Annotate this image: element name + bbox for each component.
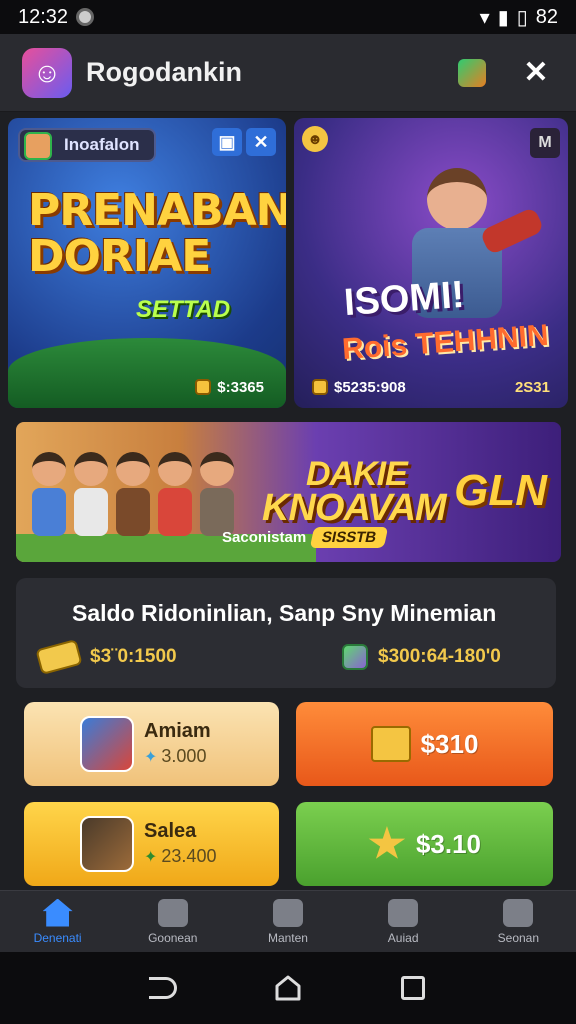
tile-value-text: 3.000 [161, 746, 207, 766]
character-icon [32, 452, 66, 542]
notification-icon [76, 8, 95, 26]
star-icon: ✦ [144, 748, 158, 766]
card-price-label: $:3365 [217, 378, 264, 396]
banner-title: DAKIE KNOAVAM [262, 455, 447, 530]
card-title: PRENABAN DORIAE [28, 185, 286, 283]
tile-value-text: 23.400 [161, 846, 217, 866]
banner-tag[interactable]: SISSTB [309, 527, 389, 548]
nav-label: Manten [267, 930, 308, 945]
menu-icon[interactable]: M [530, 128, 560, 158]
back-icon [148, 977, 177, 999]
balance-left: $3¨0:1500 [35, 639, 177, 675]
card-subtitle: SETTAD [136, 296, 231, 323]
bag-icon [272, 898, 303, 927]
coin-icon [312, 379, 328, 395]
wifi-icon: ▾ [479, 6, 490, 29]
tile-label: Amiam [144, 720, 211, 742]
balance-right-value: $300:64-180'0 [378, 646, 501, 667]
card-count: 2S31 [514, 378, 550, 396]
tile-price: $310 [420, 728, 479, 759]
promo-banner[interactable]: DAKIE KNOAVAM Saconistam SISSTB GLN [16, 422, 561, 562]
banner-footer: Saconistam SISSTB [222, 527, 389, 548]
card-title-line1: PRENABAN [28, 185, 286, 236]
system-nav [0, 952, 576, 1024]
chest-thumbnail [80, 816, 134, 872]
reward-tile-salea[interactable]: Salea ✦ 23.400 [24, 802, 279, 886]
card-price: $:3365 [187, 374, 272, 400]
rocket-icon [157, 898, 188, 927]
card-tag: Inoafalon [18, 128, 156, 162]
card-tag-label: Inoafalon [64, 135, 140, 154]
battery-icon: ▯ [516, 6, 528, 29]
gem-icon [342, 644, 368, 670]
star-icon: ✦ [144, 848, 158, 866]
status-time: 12:32 [18, 5, 69, 28]
home-button[interactable] [273, 973, 303, 1003]
app-title: Rogodankin [86, 57, 242, 87]
balance-left-value: $3¨0:1500 [90, 646, 177, 667]
user-icon [503, 898, 534, 927]
battery-level: 82 [535, 5, 558, 28]
character-icon [74, 452, 108, 542]
banner-title-line1: DAKIE [306, 455, 408, 493]
nav-games[interactable]: Goonean [123, 898, 223, 945]
coin-icon [195, 379, 212, 395]
card-title-line2: DORIAE [28, 231, 211, 283]
banner-caption: Saconistam [222, 529, 307, 546]
status-bar: 12:32 ▾ ▮ ▯ 82 [0, 0, 576, 34]
nav-rewards[interactable]: Manten [238, 898, 338, 945]
tile-value: ✦ 23.400 [144, 846, 216, 867]
balance-right: $300:64-180'0 [342, 644, 501, 670]
nav-home[interactable]: Denenati [8, 898, 108, 945]
back-button[interactable] [148, 973, 178, 1003]
buy-star-button[interactable]: $3.10 [296, 802, 553, 886]
card-subtitle: Rois TEHHNIN [341, 318, 550, 367]
character-icon [158, 452, 192, 542]
nav-label: Denenati [33, 930, 82, 945]
home-icon [42, 898, 73, 927]
nav-label: Goonean [148, 930, 198, 945]
shield-icon[interactable] [454, 55, 490, 91]
avatar-icon [24, 132, 52, 160]
banner-coin-text: GLN [454, 466, 547, 515]
recents-button[interactable] [398, 973, 428, 1003]
banner-title-line2: KNOAVAM [262, 487, 447, 530]
app-logo[interactable]: ☺ [22, 47, 72, 98]
card-price: $5235:908 [304, 374, 414, 400]
gift-icon [370, 726, 411, 762]
coins-icon [35, 639, 83, 675]
character-thumbnail [80, 716, 134, 772]
character-icon [116, 452, 150, 542]
window-icon[interactable]: ▣ [212, 128, 242, 156]
signal-icon: ▮ [497, 6, 509, 29]
nav-alerts[interactable]: Auiad [353, 898, 453, 945]
smiley-icon: ☻ [302, 126, 328, 152]
nav-label: Seonan [497, 930, 540, 945]
app-bar: ☺ Rogodankin ✕ [0, 34, 576, 112]
close-icon[interactable]: ✕ [518, 55, 554, 91]
tile-label: Salea [144, 820, 197, 842]
nav-label: Auiad [387, 930, 419, 945]
game-card-1[interactable]: Inoafalon ▣ ✕ PRENABAN DORIAE SETTAD $:3… [8, 118, 286, 408]
recents-icon [401, 976, 426, 1000]
game-card-2[interactable]: ☻ M ISOMI! Rois TEHHNIN $5235:908 2S31 [294, 118, 568, 408]
star-icon [368, 826, 406, 859]
balance-title: Saldo Ridoninlian, Sanp Sny Minemian [72, 600, 497, 626]
home-icon [274, 974, 302, 1002]
card-price-label: $5235:908 [334, 378, 406, 396]
tile-price: $3.10 [415, 828, 482, 859]
reward-tile-amiam[interactable]: Amiam ✦ 3.000 [24, 702, 279, 786]
bottom-nav: Denenati Goonean Manten Auiad Seonan [0, 890, 576, 952]
card-title: ISOMI! [342, 273, 466, 325]
balance-panel: Saldo Ridoninlian, Sanp Sny Minemian $3¨… [16, 578, 556, 688]
close-icon[interactable]: ✕ [246, 128, 276, 156]
buy-gift-button[interactable]: $310 [296, 702, 553, 786]
target-icon [388, 898, 419, 927]
nav-profile[interactable]: Seonan [468, 898, 568, 945]
tile-value: ✦ 3.000 [144, 746, 206, 767]
